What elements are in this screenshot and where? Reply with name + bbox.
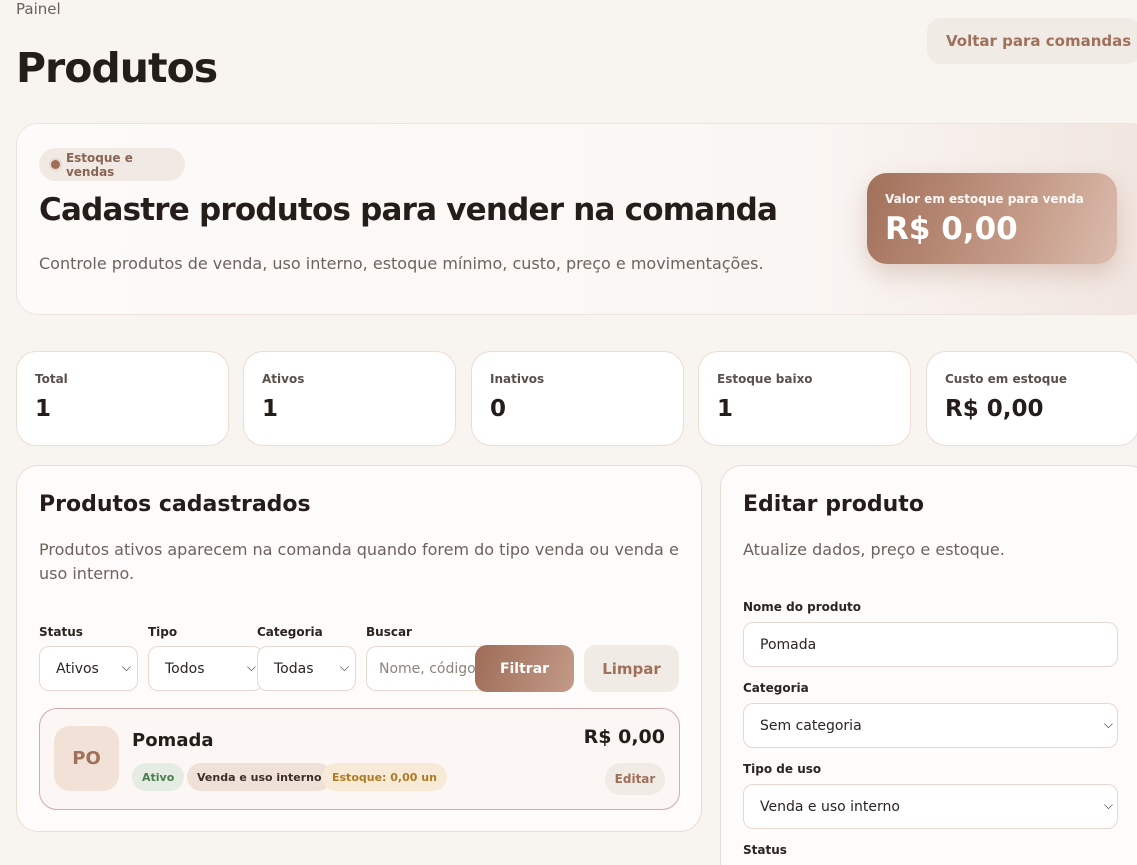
category-filter-select[interactable]: Todas ⌵: [257, 646, 356, 691]
chevron-down-icon: ⌵: [1103, 717, 1113, 731]
stock-value-label: Valor em estoque para venda: [885, 192, 1084, 206]
dot-icon: [51, 160, 60, 169]
edit-product-subtitle: Atualize dados, preço e estoque.: [743, 540, 1005, 559]
stat-label: Inativos: [490, 372, 545, 386]
stat-card-low-stock: Estoque baixo 1: [698, 351, 911, 446]
product-avatar: PO: [54, 726, 119, 791]
stat-label: Ativos: [262, 372, 305, 386]
stat-value: 1: [717, 396, 734, 422]
stock-badge: Estoque: 0,00 un: [322, 763, 447, 791]
status-filter-label: Status: [39, 625, 83, 639]
stock-value-amount: R$ 0,00: [885, 211, 1018, 247]
stat-label: Estoque baixo: [717, 372, 813, 386]
breadcrumb[interactable]: Painel: [16, 0, 61, 18]
type-filter-select[interactable]: Todos ⌵: [148, 646, 263, 691]
chevron-down-icon: ⌵: [339, 660, 349, 674]
status-filter-value: Ativos: [56, 660, 99, 677]
stock-value-card: Valor em estoque para venda R$ 0,00: [867, 173, 1117, 264]
product-list-panel: Produtos cadastrados Produtos ativos apa…: [16, 465, 702, 832]
edit-product-panel: Editar produto Atualize dados, preço e e…: [720, 465, 1137, 865]
status-filter-select[interactable]: Ativos ⌵: [39, 646, 138, 691]
product-name-field[interactable]: Pomada: [743, 622, 1118, 667]
product-price: R$ 0,00: [583, 726, 665, 748]
category-select[interactable]: Sem categoria ⌵: [743, 703, 1118, 748]
hero-pill-label: Estoque e vendas: [65, 150, 133, 179]
back-to-orders-button[interactable]: Voltar para comandas: [927, 18, 1137, 64]
category-filter-value: Todas: [274, 660, 314, 677]
status-badge: Ativo: [132, 763, 185, 791]
stat-value: R$ 0,00: [945, 396, 1044, 422]
chevron-down-icon: ⌵: [1103, 798, 1113, 812]
filter-button[interactable]: Filtrar: [475, 645, 574, 692]
type-filter-value: Todos: [165, 660, 205, 677]
page-title: Produtos: [16, 44, 218, 92]
hero-pill: Estoque e vendas: [39, 148, 185, 181]
product-list-item: PO Pomada Ativo Venda e uso interno Esto…: [39, 708, 680, 810]
usage-type-select[interactable]: Venda e uso interno ⌵: [743, 784, 1118, 829]
usage-type-label: Tipo de uso: [743, 762, 822, 776]
product-name-value: Pomada: [760, 636, 817, 653]
search-label: Buscar: [366, 625, 412, 639]
stat-label: Total: [35, 372, 68, 386]
category-value: Sem categoria: [760, 717, 862, 734]
products-page: Painel Produtos Voltar para comandas Est…: [0, 0, 1137, 865]
type-badge: Venda e uso interno: [187, 763, 332, 791]
edit-product-title: Editar produto: [743, 492, 924, 517]
edit-product-button[interactable]: Editar: [605, 763, 665, 795]
hero-subtitle: Controle produtos de venda, uso interno,…: [39, 254, 764, 273]
stat-card-inactive: Inativos 0: [471, 351, 684, 446]
usage-type-value: Venda e uso interno: [760, 798, 900, 815]
product-list-subtitle: Produtos ativos aparecem na comanda quan…: [39, 540, 679, 583]
type-filter-label: Tipo: [148, 625, 178, 639]
hero-banner: Estoque e vendas Cadastre produtos para …: [16, 123, 1137, 315]
status-label: Status: [743, 843, 787, 857]
hero-title: Cadastre produtos para vender na comanda: [39, 192, 778, 228]
product-name-label: Nome do produto: [743, 600, 861, 614]
category-label: Categoria: [743, 681, 809, 695]
chevron-down-icon: ⌵: [121, 660, 131, 674]
product-name: Pomada: [132, 730, 214, 751]
stat-label: Custo em estoque: [945, 372, 1068, 386]
category-filter-label: Categoria: [257, 625, 323, 639]
chevron-down-icon: ⌵: [246, 660, 256, 674]
clear-button[interactable]: Limpar: [584, 645, 679, 692]
stat-value: 1: [262, 396, 279, 422]
stat-card-active: Ativos 1: [243, 351, 456, 446]
stat-card-stock-cost: Custo em estoque R$ 0,00: [926, 351, 1137, 446]
search-input[interactable]: [366, 646, 481, 691]
stat-value: 1: [35, 396, 52, 422]
product-list-title: Produtos cadastrados: [39, 492, 311, 517]
stat-card-total: Total 1: [16, 351, 229, 446]
stat-value: 0: [490, 396, 507, 422]
